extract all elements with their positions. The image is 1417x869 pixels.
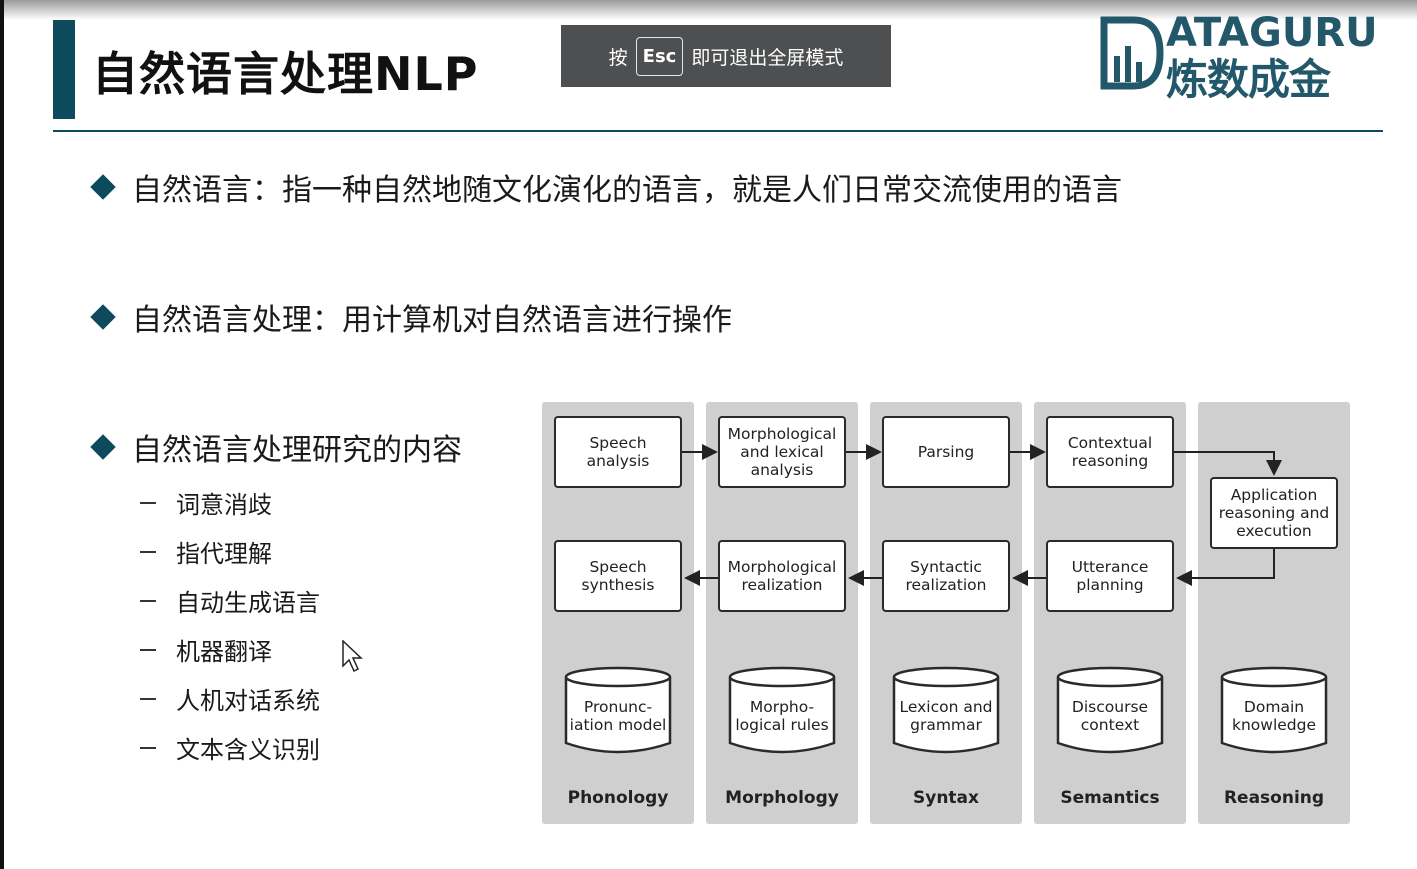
fullscreen-exit-banner: 按 Esc 即可退出全屏模式 bbox=[561, 25, 891, 87]
banner-prefix: 按 bbox=[608, 46, 628, 69]
esc-key-badge: Esc bbox=[635, 36, 684, 76]
dash-icon bbox=[140, 550, 156, 553]
nlp-pipeline-diagram: Phonology Morphology Syntax Semantics Re… bbox=[542, 400, 1354, 828]
sub-item: 指代理解 bbox=[140, 534, 272, 569]
diamond-bullet-icon bbox=[90, 304, 116, 330]
sub-item: 词意消歧 bbox=[140, 485, 272, 520]
sub-item-label: 人机对话系统 bbox=[176, 687, 320, 715]
window-edge bbox=[0, 0, 4, 869]
dash-icon bbox=[140, 746, 156, 749]
bullet-2: 自然语言处理：用计算机对自然语言进行操作 bbox=[90, 295, 732, 339]
sub-item: 自动生成语言 bbox=[140, 583, 320, 618]
dash-icon bbox=[140, 648, 156, 651]
dash-icon bbox=[140, 501, 156, 504]
bullet-1: 自然语言：指一种自然地随文化演化的语言，就是人们日常交流使用的语言 bbox=[90, 165, 1122, 209]
diamond-bullet-icon bbox=[90, 434, 116, 460]
bullet-text: 自然语言处理：用计算机对自然语言进行操作 bbox=[132, 303, 732, 338]
flow-arrows bbox=[682, 444, 1282, 586]
sub-item-label: 自动生成语言 bbox=[176, 589, 320, 617]
diamond-bullet-icon bbox=[90, 174, 116, 200]
sub-item-label: 指代理解 bbox=[176, 540, 272, 568]
ataguru-logo: ATAGURU 炼数成金 bbox=[1100, 10, 1385, 104]
dash-icon bbox=[140, 599, 156, 602]
sub-item: 人机对话系统 bbox=[140, 681, 320, 716]
bullet-text: 自然语言处理研究的内容 bbox=[132, 433, 462, 468]
banner-suffix: 即可退出全屏模式 bbox=[691, 46, 844, 69]
sub-item-label: 词意消歧 bbox=[176, 491, 272, 519]
title-accent-bar bbox=[53, 20, 75, 119]
sub-item-label: 文本含义识别 bbox=[176, 736, 320, 764]
slide-title: 自然语言处理NLP bbox=[92, 47, 479, 101]
sub-item: 文本含义识别 bbox=[140, 730, 320, 765]
sub-item: 机器翻译 bbox=[140, 632, 272, 667]
mouse-pointer-icon bbox=[342, 640, 363, 673]
dash-icon bbox=[140, 697, 156, 700]
logo-text-cn: 炼数成金 bbox=[1166, 55, 1331, 104]
title-divider bbox=[53, 130, 1383, 132]
sub-item-label: 机器翻译 bbox=[176, 638, 272, 666]
ataguru-logo-icon bbox=[1100, 16, 1164, 90]
bullet-text: 自然语言：指一种自然地随文化演化的语言，就是人们日常交流使用的语言 bbox=[132, 173, 1122, 208]
bullet-3: 自然语言处理研究的内容 bbox=[90, 425, 462, 469]
